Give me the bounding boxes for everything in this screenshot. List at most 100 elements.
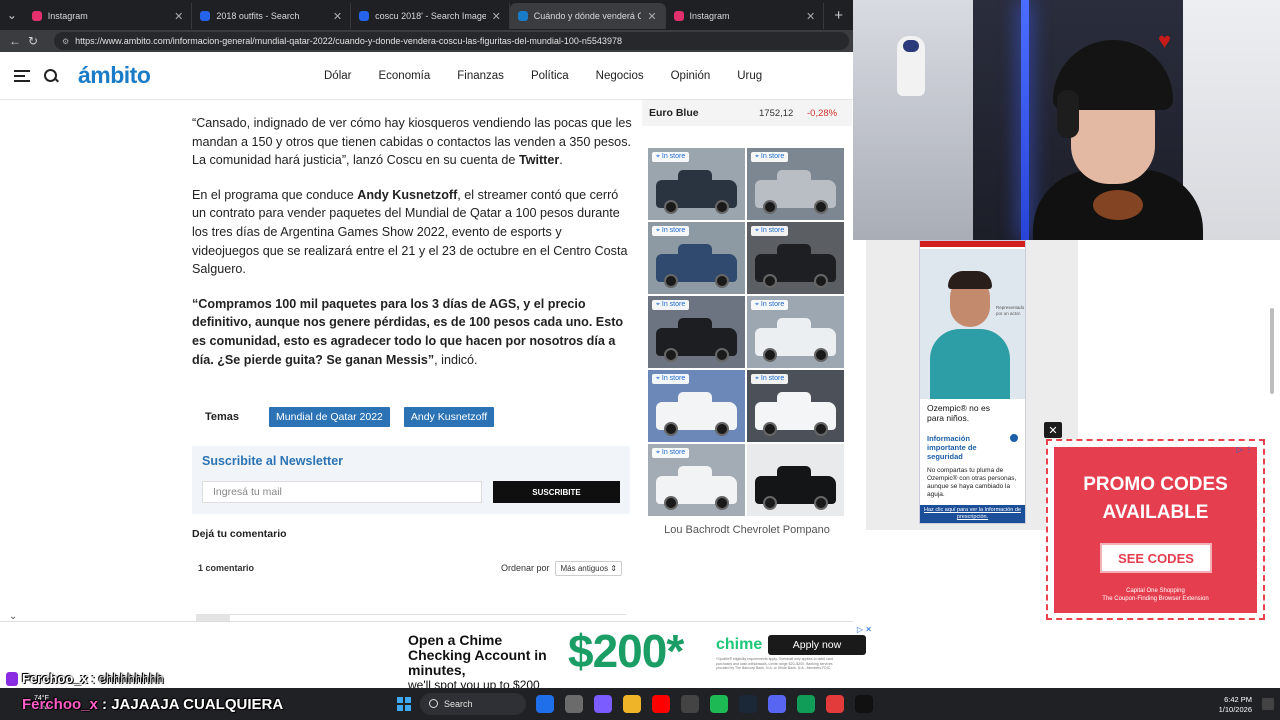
car-tile[interactable]: ⌖ In store (648, 148, 745, 220)
email-field[interactable]: Ingresá tu mail (202, 481, 482, 503)
newsletter-box: Suscribite al Newsletter Ingresá tu mail… (192, 446, 630, 514)
car-tile[interactable]: ⌖ In store (747, 148, 844, 220)
url-field[interactable]: ⚙ https://www.ambito.com/informacion-gen… (54, 32, 849, 50)
tab-coscu-images[interactable]: coscu 2018' - Search Images ✕ (351, 3, 510, 29)
car-tile[interactable]: ⌖ In store (747, 370, 844, 442)
system-clock[interactable]: 6:42 PM 1/10/2026 (1210, 695, 1252, 715)
taskbar-app-icon[interactable] (681, 695, 699, 713)
taskbar-app-icon[interactable] (536, 695, 554, 713)
tab-ambito-article[interactable]: Cuándo y dónde venderá Coscu la… ✕ (509, 3, 666, 29)
car-tile[interactable]: ⌖ In store (648, 222, 745, 294)
taskbar-app-icon[interactable] (565, 695, 583, 713)
close-ad-button[interactable]: ✕ (1044, 422, 1062, 438)
ad-caption[interactable]: Lou Bachrodt Chevrolet Pompano (648, 524, 846, 536)
wheel (715, 274, 729, 288)
order-select[interactable]: Más antiguos ⇕ (555, 560, 622, 576)
nav-item-negocios[interactable]: Negocios (596, 70, 644, 82)
ad-choices-icon[interactable]: ▷ ✕ (857, 625, 872, 634)
hamburger-menu-icon[interactable] (14, 67, 30, 85)
article-paragraph: “Cansado, indignado de ver cómo hay kios… (192, 114, 632, 170)
scrollbar[interactable] (1268, 240, 1276, 630)
paragraph-text: En el programa que conduce (192, 187, 358, 202)
site-logo[interactable]: ámbito (78, 62, 198, 89)
wheel (814, 348, 828, 362)
taskbar-app-icon[interactable] (826, 695, 844, 713)
taskbar-app-icon[interactable] (739, 695, 757, 713)
taskbar-app-icon[interactable] (855, 695, 873, 713)
taskbar-search[interactable]: Search (420, 693, 526, 715)
taskbar-app-icon[interactable] (797, 695, 815, 713)
close-icon[interactable]: ✕ (806, 10, 815, 23)
browser-tabbar: ⌄ Instagram ✕ 2018 outfits - Search ✕ co… (0, 0, 853, 30)
close-icon[interactable]: ✕ (492, 10, 501, 23)
subscribe-button[interactable]: SUSCRIBITE (493, 481, 620, 503)
ad-photo: Representado por un actor. (920, 249, 1025, 399)
tag-andy-kusnetzoff[interactable]: Andy Kusnetzoff (403, 407, 495, 427)
taskbar-app-icon[interactable] (768, 695, 786, 713)
tab-search-icon[interactable]: ⌄ (0, 0, 24, 30)
reload-icon[interactable]: ↻ (24, 34, 42, 48)
taskbar-app-icon[interactable] (594, 695, 612, 713)
notification-icon[interactable] (1262, 698, 1274, 710)
tab-2018-outfits[interactable]: 2018 outfits - Search ✕ (192, 3, 352, 29)
wheel (664, 200, 678, 214)
new-tab-button[interactable]: + (824, 7, 853, 24)
ozempic-ad[interactable]: Representado por un actor. Ozempic® no e… (919, 240, 1026, 524)
search-icon (359, 11, 370, 21)
windows-start-icon[interactable] (397, 697, 411, 711)
taskbar-apps (536, 695, 873, 713)
car-tile[interactable]: ⌖ In store (747, 296, 844, 368)
car-tile[interactable]: ⌖ In store (648, 370, 745, 442)
tab-instagram-2[interactable]: Instagram ✕ (666, 3, 825, 29)
taskbar-app-icon[interactable] (652, 695, 670, 713)
nav-item-finanzas[interactable]: Finanzas (457, 70, 504, 82)
in-store-badge: ⌖ In store (652, 226, 690, 236)
car-tile[interactable]: ⌖ In store (648, 444, 745, 516)
twitter-link[interactable]: Twitter (519, 153, 559, 167)
wheel (814, 200, 828, 214)
tab-instagram-1[interactable]: Instagram ✕ (24, 3, 193, 29)
wheel (715, 200, 729, 214)
taskbar-app-icon[interactable] (623, 695, 641, 713)
nav-item-dolar[interactable]: Dólar (324, 70, 351, 82)
car-tile[interactable] (747, 444, 844, 516)
back-icon[interactable]: ← (6, 34, 24, 48)
promo-codes-ad[interactable]: ▷ ⋮ PROMO CODES AVAILABLE SEE CODES Capi… (1046, 439, 1265, 620)
car-dealer-ad[interactable]: ▷ ⋮ ⌖ In store⌖ In store⌖ In store⌖ In s… (648, 148, 846, 536)
chime-ad[interactable]: Open a Chime Checking Account in minutes… (392, 624, 878, 692)
chime-ad-line: Open a Chime Checking Account in minutes… (408, 632, 547, 678)
wheel (763, 496, 777, 510)
close-icon[interactable]: ✕ (174, 10, 183, 23)
close-icon[interactable]: ✕ (647, 10, 656, 23)
see-codes-button[interactable]: SEE CODES (1100, 543, 1212, 573)
nav-item-uruguay[interactable]: Urug (737, 70, 762, 82)
scrollbar-thumb[interactable] (1270, 308, 1274, 394)
ad-choices-icon[interactable]: ▷ ⋮ (1237, 445, 1253, 454)
ad-panel: ▷ ⋮ PROMO CODES AVAILABLE SEE CODES Capi… (1054, 445, 1257, 613)
apply-now-button[interactable]: Apply now (768, 635, 866, 655)
car-tile[interactable]: ⌖ In store (747, 222, 844, 294)
info-icon[interactable] (1010, 434, 1018, 442)
main-nav: Dólar Economía Finanzas Política Negocio… (324, 70, 789, 82)
in-store-badge: ⌖ In store (751, 226, 789, 236)
car-tile[interactable]: ⌖ In store (648, 296, 745, 368)
nav-item-opinion[interactable]: Opinión (671, 70, 711, 82)
in-store-badge: ⌖ In store (652, 300, 690, 310)
tag-mundial-qatar[interactable]: Mundial de Qatar 2022 (269, 407, 390, 427)
ad-header-bar (920, 241, 1025, 247)
wheel (715, 422, 729, 436)
divider (0, 621, 853, 622)
doctor-body (930, 329, 1010, 399)
taskbar-app-icon[interactable] (710, 695, 728, 713)
site-info-icon[interactable]: ⚙ (62, 37, 69, 46)
market-ticker-row: Euro Blue 1752,12 -0,28% (642, 100, 852, 126)
topics-row: Temas Mundial de Qatar 2022 Andy Kusnetz… (192, 407, 508, 427)
safety-info-text: Información importante de seguridad (927, 434, 977, 461)
nav-item-economia[interactable]: Economía (378, 70, 430, 82)
close-icon[interactable]: ✕ (333, 10, 342, 23)
wheel (763, 200, 777, 214)
prescription-link[interactable]: Haz clic aquí para ver la Información de… (920, 505, 1025, 523)
nav-item-politica[interactable]: Política (531, 70, 569, 82)
currency-value: 1752,12 (759, 107, 794, 119)
search-icon[interactable] (44, 68, 58, 83)
